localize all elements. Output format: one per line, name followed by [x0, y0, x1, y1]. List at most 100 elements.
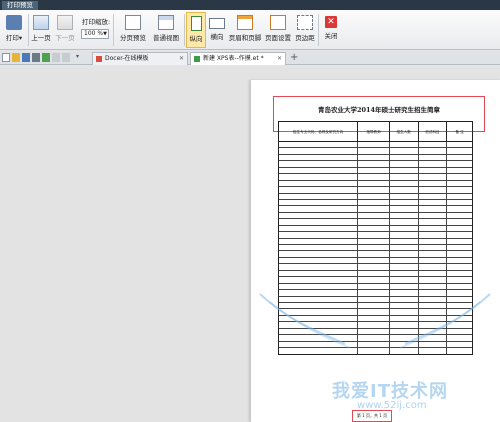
table-cell: [358, 154, 390, 161]
page-setup-button[interactable]: 页面设置: [263, 12, 293, 48]
tab-docer-templates[interactable]: Docer-在线模板 ✕: [92, 52, 188, 65]
table-cell: [279, 161, 359, 167]
split-preview-label: 分页预览: [120, 34, 146, 42]
docer-icon: [96, 56, 102, 62]
table-cell: [419, 206, 448, 212]
table-cell: [447, 161, 472, 166]
table-cell: [447, 181, 472, 186]
table-cell: [390, 264, 419, 270]
table-cell: [390, 335, 419, 341]
table-cell: [447, 239, 472, 244]
table-cell: [358, 309, 390, 315]
redo-icon[interactable]: [62, 53, 70, 62]
table-cell: [419, 283, 448, 290]
table-cell: [419, 161, 448, 167]
table-cell: [279, 315, 359, 322]
table-cell: [390, 341, 419, 347]
open-folder-icon[interactable]: [12, 53, 20, 62]
table-cell: [358, 161, 390, 167]
page-setup-icon: [270, 15, 286, 30]
table-cell: [279, 238, 359, 244]
table-cell: [419, 315, 448, 322]
tab-close-icon[interactable]: ✕: [179, 53, 184, 65]
data-table: 招生专业代码、名称及研究方向 指导教师 招生人数 初试科目 备 注: [278, 121, 473, 356]
table-cell: [279, 328, 359, 335]
table-cell: [279, 142, 359, 148]
column-header: 指导教师: [358, 122, 390, 141]
tab-xps-table[interactable]: 新建 XPS表--作摸.et * ✕: [190, 52, 286, 65]
table-cell: [419, 309, 448, 315]
table-cell: [390, 245, 419, 251]
table-row: [279, 348, 472, 355]
table-cell: [419, 270, 448, 277]
next-page-icon: [57, 15, 73, 30]
table-cell: [447, 297, 472, 302]
document-tab-bar: ▾ Docer-在线模板 ✕ 新建 XPS表--作摸.et * ✕ +: [0, 51, 500, 65]
window-tab[interactable]: 打印预览: [2, 1, 38, 10]
table-cell: [419, 277, 448, 283]
header-footer-button[interactable]: 页眉和页脚: [228, 12, 262, 48]
column-header: 招生专业代码、名称及研究方向: [279, 122, 359, 141]
table-cell: [390, 187, 419, 193]
portrait-button[interactable]: 纵向: [186, 12, 206, 48]
table-body: [279, 142, 472, 355]
table-cell: [447, 206, 472, 211]
zoom-select[interactable]: 100 % ▼: [81, 29, 109, 39]
chevron-down-icon[interactable]: ▾: [76, 53, 82, 62]
table-cell: [358, 315, 390, 322]
save-icon[interactable]: [22, 53, 30, 62]
preview-area[interactable]: 青岛农业大学2014年硕士研究生招生简章 招生专业代码、名称及研究方向 指导教师…: [0, 66, 500, 422]
next-page-button[interactable]: 下一页: [54, 12, 76, 48]
table-cell: [419, 180, 448, 187]
table-cell: [358, 180, 390, 187]
split-preview-button[interactable]: 分页预览: [117, 12, 149, 48]
table-cell: [419, 264, 448, 270]
table-cell: [447, 277, 472, 282]
margins-button[interactable]: 页边距: [294, 12, 316, 48]
prev-page-button[interactable]: 上一页: [30, 12, 52, 48]
table-cell: [447, 348, 472, 354]
table-cell: [447, 284, 472, 289]
table-cell: [419, 257, 448, 264]
normal-view-button[interactable]: 普通视图: [150, 12, 182, 48]
printer-icon: [6, 15, 22, 30]
table-cell: [447, 264, 472, 269]
footer-highlight-box: 第 1 页，共 1 页: [352, 410, 392, 422]
close-label: 关闭: [324, 32, 338, 40]
table-cell: [358, 328, 390, 335]
next-page-label: 下一页: [55, 34, 75, 42]
table-cell: [390, 154, 419, 161]
print-icon[interactable]: [32, 53, 40, 62]
table-cell: [358, 296, 390, 302]
undo-icon[interactable]: [52, 53, 60, 62]
separator: [28, 14, 29, 46]
new-file-icon[interactable]: [2, 53, 10, 62]
table-cell: [390, 180, 419, 187]
table-cell: [358, 167, 390, 174]
table-cell: [447, 219, 472, 224]
table-cell: [390, 167, 419, 174]
table-cell: [390, 219, 419, 225]
table-cell: [447, 194, 472, 199]
table-cell: [358, 264, 390, 270]
table-cell: [279, 232, 359, 238]
tab-close-icon[interactable]: ✕: [277, 53, 282, 65]
table-cell: [358, 142, 390, 148]
table-cell: [279, 277, 359, 283]
print-button[interactable]: 打印▾: [2, 12, 26, 48]
chevron-down-icon: ▼: [103, 31, 107, 37]
close-preview-button[interactable]: ✕ 关闭: [321, 12, 341, 48]
print-dropdown-arrow[interactable]: ▾: [19, 34, 22, 42]
table-cell: [279, 174, 359, 180]
table-cell: [358, 283, 390, 290]
landscape-button[interactable]: 横向: [207, 12, 227, 48]
table-cell: [390, 238, 419, 244]
table-cell: [358, 290, 390, 296]
portrait-icon: [190, 16, 202, 31]
add-tab-button[interactable]: +: [290, 52, 298, 63]
column-header: 备 注: [455, 130, 464, 134]
print-preview-icon[interactable]: [42, 53, 50, 62]
table-cell: [447, 251, 472, 256]
table-cell: [447, 226, 472, 231]
table-cell: [390, 142, 419, 148]
